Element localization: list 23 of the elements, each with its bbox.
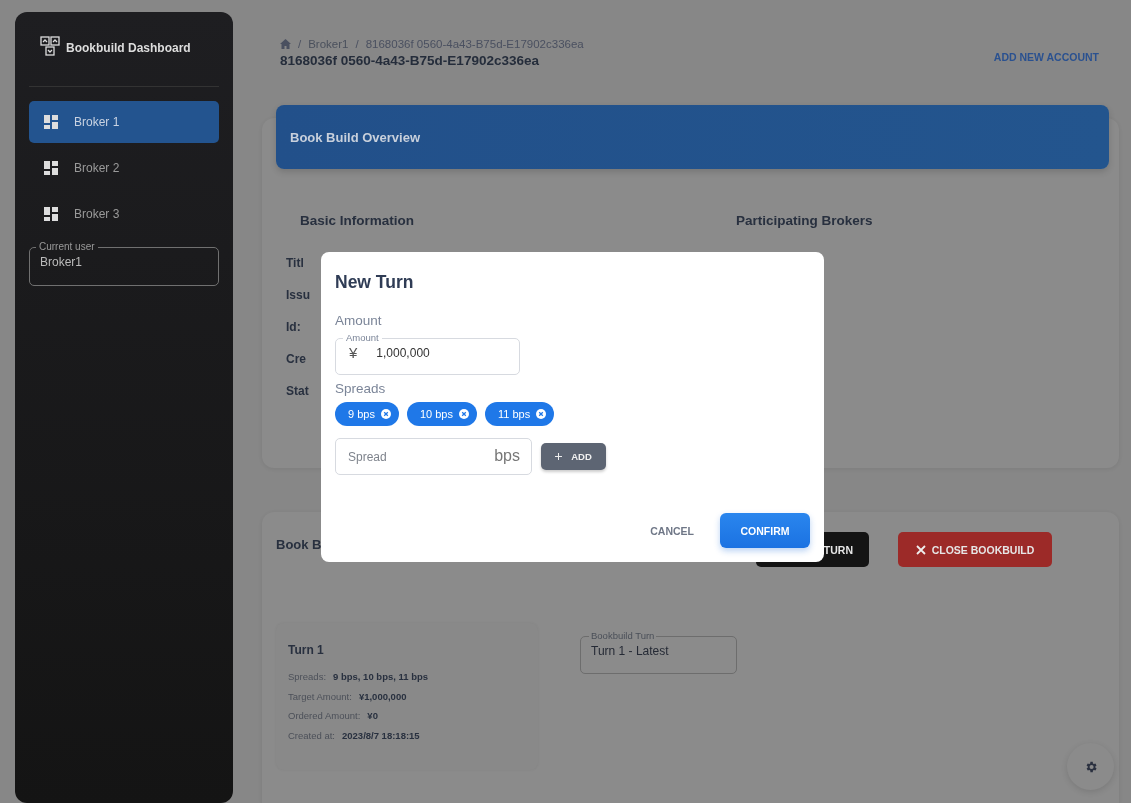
section-label: Amount xyxy=(335,313,383,328)
breadcrumb-separator: / xyxy=(298,38,302,50)
detail-value: 2023/8/7 18:18:15 xyxy=(342,729,420,741)
section-label: Spreads xyxy=(335,381,387,396)
card-title: Book Build Overview xyxy=(290,129,421,145)
brand-name: Bookbuild Dashboard xyxy=(66,41,191,55)
breadcrumb-separator: / xyxy=(355,38,359,50)
dialog-title: New Turn xyxy=(335,272,415,293)
field-label: Id: xyxy=(286,320,301,334)
detail-value: 9 bps, 10 bps, 11 bps xyxy=(333,671,429,683)
field-label: Stat xyxy=(286,384,309,398)
field-label: Cre xyxy=(286,352,306,366)
detail-value: ¥1,000,000 xyxy=(358,690,407,702)
section-title: Participating Brokers xyxy=(736,213,874,228)
unit-label: bps xyxy=(494,447,520,465)
page-title: 8168036f 0560-4a43-B75d-E17902c336ea xyxy=(280,53,540,68)
field-label: Issu xyxy=(286,288,310,302)
card-title: Book B xyxy=(276,537,322,552)
field-label: Titl xyxy=(286,256,304,270)
breadcrumb-item: 8168036f 0560-4a43-B75d-E17902c336ea xyxy=(365,38,584,50)
turn-title: Turn 1 xyxy=(288,643,325,657)
detail-value: ¥0 xyxy=(367,710,378,722)
section-title: Basic Information xyxy=(300,213,416,228)
